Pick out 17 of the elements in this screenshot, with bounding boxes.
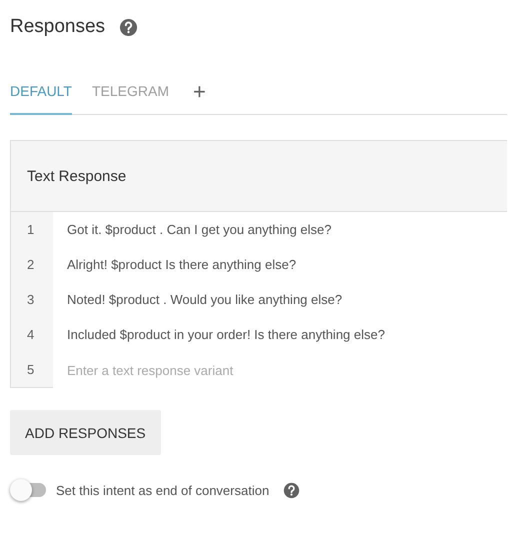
response-text[interactable]: Got it. $product . Can I get you anything else?	[53, 212, 507, 247]
add-tab-button[interactable]: +	[193, 81, 206, 114]
section-title: Responses	[10, 16, 106, 38]
toggle-switch[interactable]	[10, 479, 46, 501]
add-responses-button[interactable]: ADD RESPONSES	[10, 410, 161, 455]
help-icon[interactable]	[119, 18, 138, 36]
response-text[interactable]: Alright! $product Is there anything else?	[53, 247, 507, 282]
help-icon[interactable]	[283, 482, 300, 498]
row-number: 1	[11, 212, 53, 247]
toggle-label: Set this intent as end of conversation	[56, 482, 270, 498]
response-text[interactable]: Included $product in your order! Is there anything else?	[53, 317, 507, 352]
row-number: 2	[11, 247, 53, 282]
row-number: 4	[11, 317, 53, 352]
response-text[interactable]: Noted! $product . Would you like anything else?	[53, 282, 507, 317]
row-number: 3	[11, 282, 53, 317]
card-title: Text Response	[27, 168, 126, 184]
row-number: 5	[11, 352, 53, 387]
